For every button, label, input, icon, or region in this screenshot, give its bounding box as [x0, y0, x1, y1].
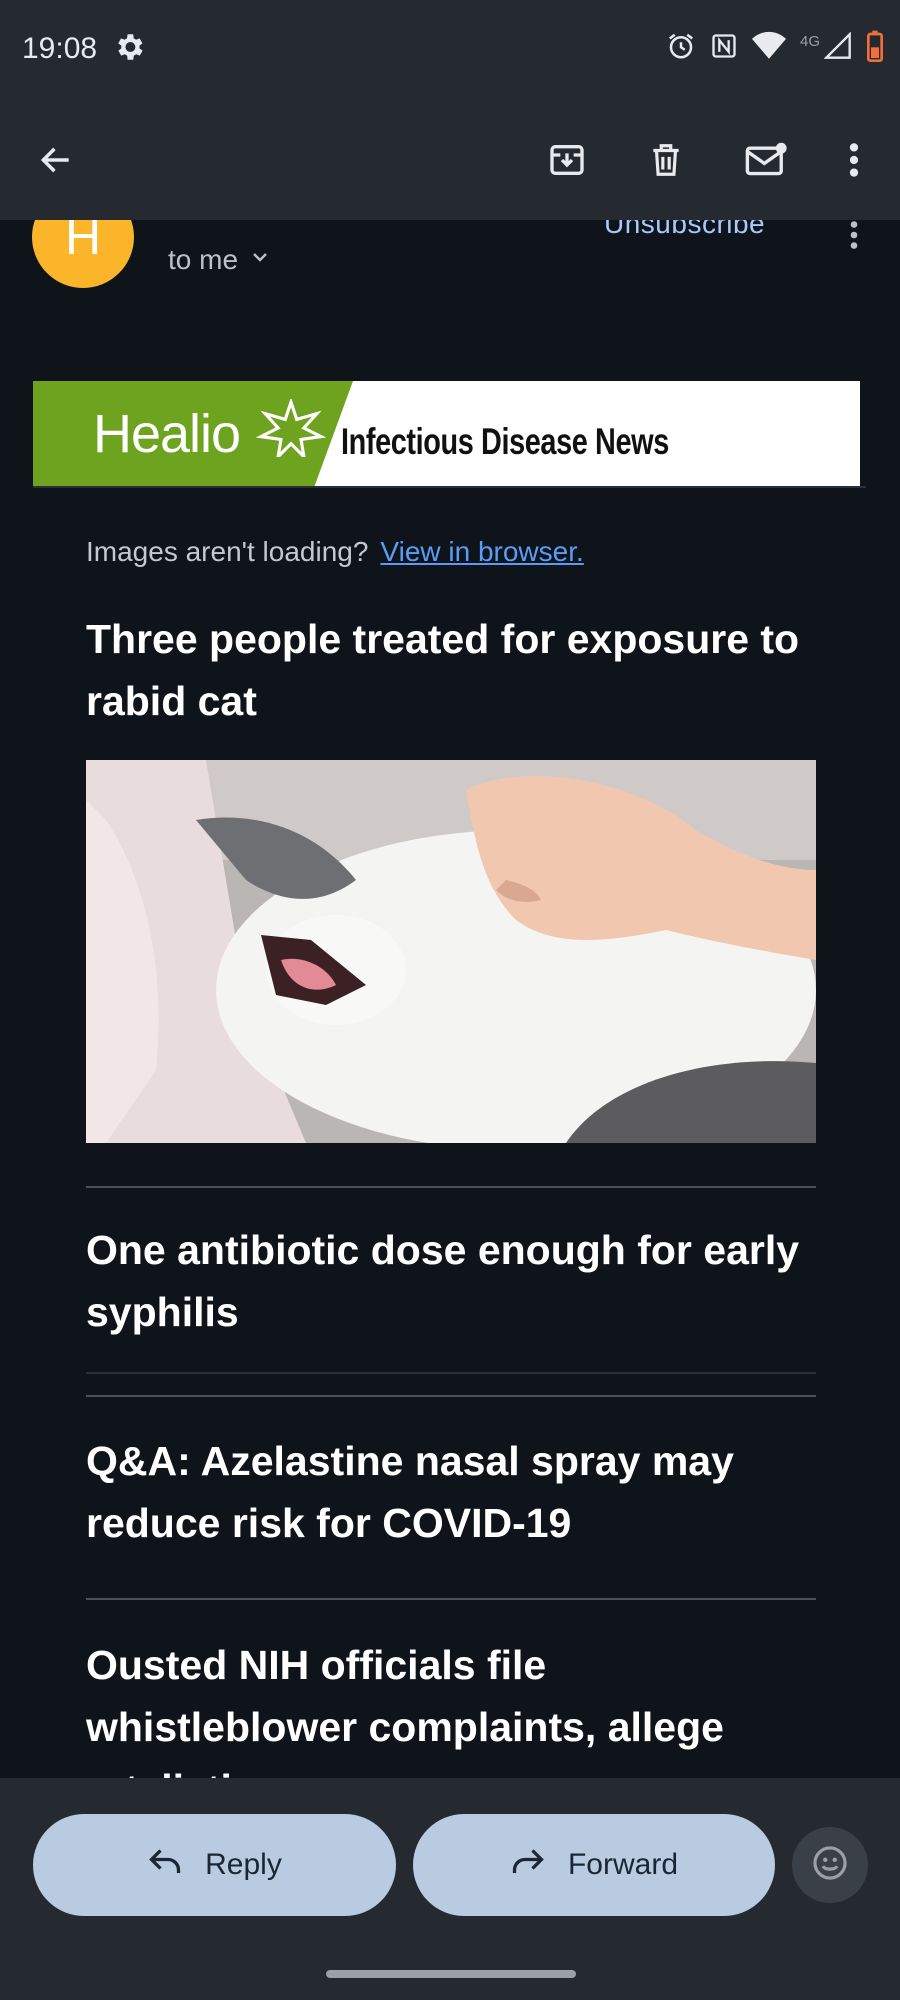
- recipient-label: to me: [168, 244, 239, 275]
- reply-label: Reply: [205, 1848, 282, 1881]
- gear-icon: [112, 30, 146, 69]
- article-headline[interactable]: One antibiotic dose enough for early syp…: [86, 1219, 816, 1343]
- emoji-reaction-button[interactable]: [792, 1827, 868, 1903]
- message-more-icon[interactable]: [848, 220, 860, 255]
- article-divider: [86, 1598, 816, 1600]
- article-divider: [86, 1395, 816, 1397]
- article-divider: [86, 1372, 816, 1374]
- article-hero-image[interactable]: [86, 760, 816, 1143]
- delete-icon[interactable]: [636, 130, 696, 190]
- images-notice-text: Images aren't loading?: [86, 536, 369, 567]
- brand-logo: Healio: [93, 404, 241, 464]
- chevron-down-icon: [248, 244, 272, 276]
- reply-icon: [147, 1846, 183, 1884]
- more-vert-icon[interactable]: [824, 130, 884, 190]
- article-headline[interactable]: Q&A: Azelastine nasal spray may reduce r…: [86, 1430, 816, 1554]
- cell-signal-icon: [823, 31, 852, 65]
- newsletter-banner[interactable]: Healio Infectious Disease News: [33, 381, 860, 486]
- nfc-icon: [710, 32, 738, 65]
- back-arrow-icon[interactable]: [26, 130, 86, 190]
- home-indicator[interactable]: [326, 1970, 576, 1978]
- app-bar: [0, 100, 900, 220]
- mark-unread-icon[interactable]: [736, 130, 796, 190]
- forward-icon: [510, 1846, 546, 1884]
- view-in-browser-link[interactable]: View in browser.: [380, 536, 583, 567]
- publication-title: Infectious Disease News: [341, 421, 669, 462]
- wifi-icon: [751, 31, 786, 66]
- cat-photo: [86, 760, 816, 1143]
- reply-button[interactable]: Reply: [33, 1814, 396, 1916]
- recipient-toggle[interactable]: to me: [168, 244, 272, 276]
- forward-label: Forward: [567, 1848, 679, 1881]
- emoji-icon: [811, 1844, 849, 1887]
- article-divider: [86, 1186, 816, 1188]
- images-notice: Images aren't loading? View in browser.: [86, 536, 584, 568]
- status-time: 19:08: [22, 32, 98, 65]
- archive-icon[interactable]: [537, 130, 597, 190]
- network-type: 4G: [799, 33, 820, 50]
- banner-divider: [33, 486, 866, 488]
- battery-icon: [866, 30, 884, 67]
- alarm-icon: [666, 31, 696, 66]
- forward-button[interactable]: Forward: [413, 1814, 775, 1916]
- status-bar: 19:08 4G: [0, 0, 900, 100]
- star-logo-icon: [248, 397, 334, 462]
- article-headline[interactable]: Three people treated for exposure to rab…: [86, 608, 816, 732]
